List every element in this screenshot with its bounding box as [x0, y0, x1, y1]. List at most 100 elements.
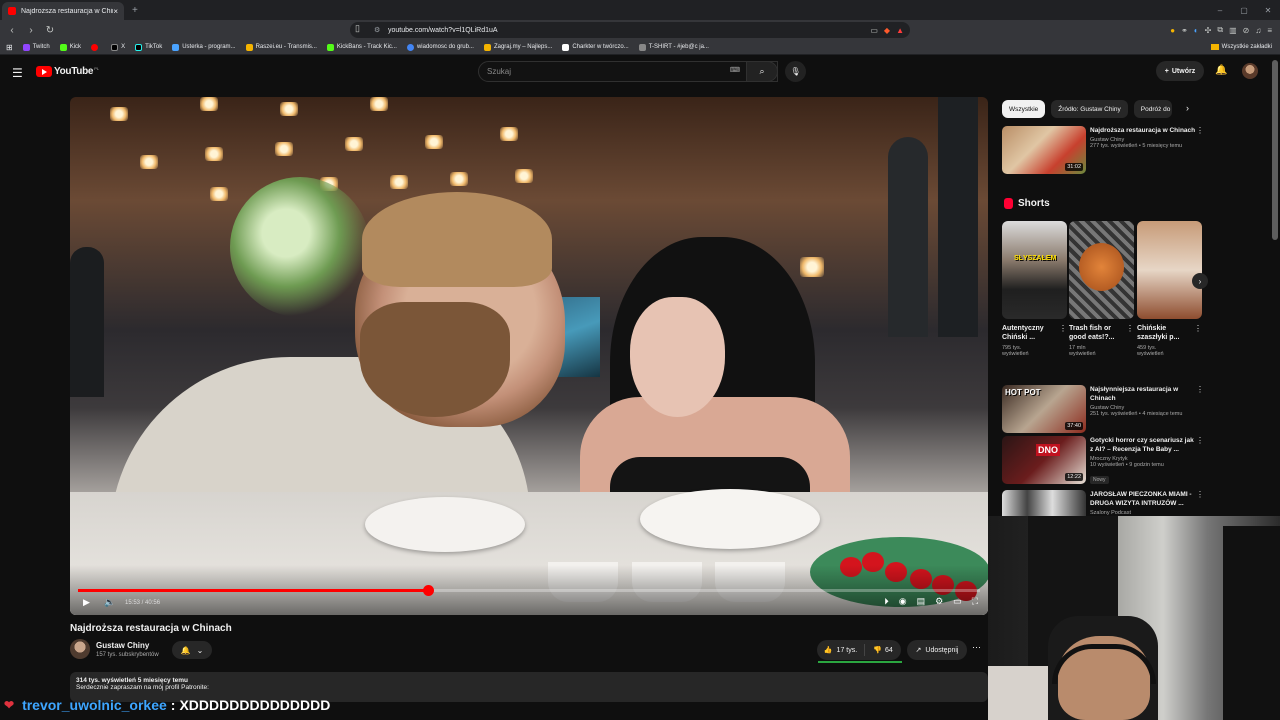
- more-options-icon[interactable]: ⋮: [1126, 324, 1134, 333]
- tab-close-icon[interactable]: ×: [113, 7, 118, 16]
- short-title[interactable]: Chińskie szaszłyki p...: [1137, 324, 1191, 342]
- progress-scrubber[interactable]: [422, 585, 434, 596]
- bookmark-item[interactable]: wiadomosc do grub...: [406, 43, 474, 51]
- progress-bar[interactable]: [78, 585, 980, 596]
- like-button[interactable]: 👍 17 tys.: [817, 644, 865, 656]
- chip-all[interactable]: Wszystkie: [1002, 100, 1046, 118]
- recommended-video[interactable]: DNO 12:22 Gotycki horror czy scenariusz …: [1002, 436, 1204, 486]
- more-options-icon[interactable]: ⋮: [1196, 436, 1204, 445]
- sidebar-icon[interactable]: ▥: [1229, 26, 1237, 35]
- ceiling-lamp: [110, 107, 128, 121]
- bookmark-item[interactable]: Kick: [59, 43, 81, 51]
- apps-icon[interactable]: ⊞: [6, 43, 13, 52]
- autoplay-toggle-icon[interactable]: ◉: [899, 596, 907, 607]
- bookmark-item[interactable]: T-SHIRT - #jeb@c ja...: [638, 43, 709, 51]
- thumbnail-overlay-text: HOT POT: [1005, 388, 1041, 397]
- bookmark-star-icon[interactable]: ▯: [355, 23, 360, 34]
- notifications-bell-icon[interactable]: 🔔: [1215, 65, 1227, 76]
- short-thumbnail[interactable]: [1137, 221, 1202, 319]
- bookmark-item[interactable]: Usterka - program...: [172, 43, 236, 51]
- subscription-bell-button[interactable]: 🔔 ⌄: [172, 641, 212, 659]
- extension-icon[interactable]: ⚭: [1181, 26, 1188, 35]
- site-info-icon[interactable]: ⚙: [374, 26, 380, 34]
- short-views: 795 tys. wyświetleń: [1002, 345, 1029, 357]
- channel-avatar[interactable]: [70, 639, 90, 659]
- all-bookmarks[interactable]: Wszystkie zakładki: [1210, 44, 1272, 50]
- short-title[interactable]: Autentyczny Chiński ...: [1002, 324, 1056, 342]
- back-icon[interactable]: ‹: [5, 25, 19, 36]
- theater-mode-icon[interactable]: ▭: [953, 596, 962, 607]
- create-button[interactable]: + Utwórz: [1156, 61, 1204, 81]
- duration-badge: 31:02: [1065, 163, 1083, 171]
- menu-icon[interactable]: ≡: [1267, 26, 1272, 35]
- close-window-button[interactable]: ✕: [1256, 6, 1280, 15]
- bookmark-item[interactable]: TikTok: [135, 43, 162, 51]
- more-options-icon[interactable]: ⋮: [1059, 324, 1067, 333]
- page-scrollbar[interactable]: [1272, 60, 1278, 240]
- bookmark-icon: [59, 43, 67, 51]
- more-options-icon[interactable]: ⋮: [1196, 490, 1204, 499]
- miniplayer-play-icon[interactable]: ⏵: [884, 596, 889, 607]
- search-button[interactable]: ⌕: [746, 61, 778, 82]
- music-icon[interactable]: ♫: [1255, 26, 1261, 35]
- extension-icon[interactable]: ●: [1170, 26, 1175, 35]
- video-title: Najdroższa restauracja w Chinach: [70, 623, 232, 634]
- video-player[interactable]: ▶ 🔈 15:53 / 40:56 ⏵ ◉ ▤ ⚙ ▭ ⛶: [70, 97, 988, 615]
- user-avatar[interactable]: [1242, 63, 1258, 79]
- minimize-button[interactable]: –: [1208, 6, 1232, 15]
- bookmark-item[interactable]: KickBans - Track Kic...: [326, 43, 397, 51]
- bookmark-item[interactable]: Raszei.eu - Transmis...: [245, 43, 317, 51]
- like-dislike-group: 👍 17 tys. 👎 64: [817, 640, 901, 660]
- bookmark-item[interactable]: Charkter w twórczo...: [562, 43, 629, 51]
- search-input[interactable]: Szukaj ⌨: [478, 61, 778, 82]
- forward-icon[interactable]: ›: [24, 25, 38, 36]
- youtube-header: ☰ YouTube PL Szukaj ⌨ ⌕ 🎙 + Utwórz 🔔: [0, 56, 1280, 88]
- chevron-right-icon[interactable]: ›: [1186, 103, 1189, 113]
- rewards-icon[interactable]: ▲: [896, 26, 904, 35]
- bookmark-item[interactable]: [91, 43, 101, 51]
- recommended-video[interactable]: HOT POT 37:40 Najsłynniejsza restauracja…: [1002, 385, 1204, 433]
- subtitles-icon[interactable]: ▤: [917, 596, 926, 607]
- voice-search-button[interactable]: 🎙: [785, 61, 806, 82]
- more-options-icon[interactable]: ⋮: [1194, 324, 1202, 333]
- chevron-right-icon[interactable]: ›: [1192, 273, 1208, 289]
- chip-source[interactable]: Źródło: Gustaw Chiny: [1051, 100, 1128, 118]
- channel-name[interactable]: Gustaw Chiny: [96, 641, 149, 650]
- short-info: Autentyczny Chiński ... 795 tys. wyświet…: [1002, 324, 1067, 357]
- recommended-video[interactable]: 31:02 Najdroższa restauracja w Chinach G…: [1002, 126, 1204, 174]
- vpn-icon[interactable]: ⊘: [1243, 26, 1250, 35]
- youtube-logo[interactable]: YouTube PL: [36, 66, 99, 77]
- short-thumbnail[interactable]: SŁYSZAŁEM: [1002, 221, 1067, 319]
- maximize-button[interactable]: ▢: [1232, 6, 1256, 15]
- extension-icon[interactable]: ◐: [1194, 26, 1199, 35]
- bookmark-item[interactable]: X: [111, 43, 125, 51]
- share-button[interactable]: ↗ Udostępnij: [907, 640, 967, 660]
- puzzle-icon[interactable]: ⧉: [1217, 25, 1223, 35]
- address-bar[interactable]: ⚙ youtube.com/watch?v=l1QLiRd1uA ▭ ◆ ▲: [350, 22, 910, 38]
- reload-icon[interactable]: ↻: [43, 25, 57, 36]
- current-time: 15:53: [125, 600, 141, 606]
- cast-icon[interactable]: ▭: [870, 26, 878, 35]
- volume-icon[interactable]: 🔈: [104, 597, 115, 608]
- ceiling-lamp: [425, 135, 443, 149]
- fullscreen-icon[interactable]: ⛶: [972, 596, 978, 607]
- short-thumbnail[interactable]: [1069, 221, 1134, 319]
- new-tab-button[interactable]: +: [132, 5, 138, 16]
- recommended-video[interactable]: JAROSŁAW PIECZONKA MIAMI - DRUGA WIZYTA …: [1002, 490, 1204, 516]
- play-icon[interactable]: ▶: [83, 597, 90, 608]
- more-actions-icon[interactable]: ⋯: [972, 642, 981, 653]
- bookmark-item[interactable]: Twitch: [22, 43, 50, 51]
- more-options-icon[interactable]: ⋮: [1196, 126, 1204, 135]
- more-options-icon[interactable]: ⋮: [1196, 385, 1204, 394]
- browser-tab[interactable]: Najdroższa restauracja w Chinach ×: [2, 2, 124, 20]
- menu-icon[interactable]: ☰: [12, 66, 23, 80]
- brave-shield-icon[interactable]: ◆: [884, 26, 890, 35]
- keyboard-icon[interactable]: ⌨: [730, 66, 740, 74]
- bookmark-item[interactable]: Zagraj.my – Najleps...: [483, 43, 552, 51]
- short-title[interactable]: Trash fish or good eats!?...: [1069, 324, 1123, 342]
- chip-travel[interactable]: Podróż do: [1133, 100, 1172, 118]
- dislike-button[interactable]: 👎 64: [865, 646, 901, 655]
- settings-gear-icon[interactable]: ⚙: [935, 596, 943, 607]
- extension-icon[interactable]: ✣: [1205, 26, 1212, 35]
- short-views: 459 tys. wyświetleń: [1137, 345, 1164, 357]
